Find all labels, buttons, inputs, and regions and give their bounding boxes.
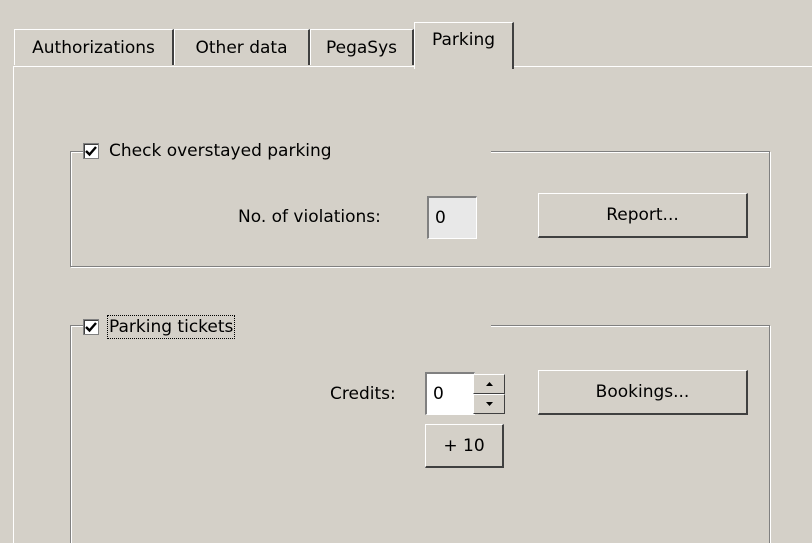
checkmark-icon [85, 322, 97, 333]
overstayed-checkbox-label[interactable]: Check overstayed parking [109, 141, 332, 161]
spin-up-button[interactable] [473, 374, 505, 394]
plus-ten-button-label: + 10 [443, 435, 485, 456]
credits-value: 0 [433, 384, 444, 404]
tab-authorizations[interactable]: Authorizations [14, 29, 174, 65]
spin-down-button[interactable] [473, 394, 505, 414]
tab-label: Parking [431, 30, 496, 50]
tickets-checkbox-label[interactable]: Parking tickets [106, 315, 236, 339]
tab-strip: Authorizations Other data PegaSys Parkin… [14, 0, 812, 70]
bookings-button-label: Bookings... [595, 382, 690, 402]
violations-label: No. of violations: [238, 207, 381, 227]
tickets-group [70, 325, 770, 543]
tab-other-data[interactable]: Other data [174, 29, 310, 65]
violations-value: 0 [435, 208, 446, 228]
tickets-checkbox[interactable] [83, 319, 99, 335]
credits-input[interactable]: 0 [425, 372, 475, 415]
credits-label: Credits: [330, 384, 396, 404]
tab-label: PegaSys [325, 37, 398, 58]
overstayed-legend: Check overstayed parking [83, 138, 491, 164]
spin-up-icon [485, 382, 493, 386]
tickets-legend: Parking tickets [83, 312, 491, 342]
spin-down-icon [485, 402, 493, 406]
tab-label: Other data [195, 37, 288, 58]
overstayed-checkbox[interactable] [83, 143, 99, 159]
bookings-button[interactable]: Bookings... [538, 370, 748, 415]
violations-field: 0 [427, 196, 477, 239]
credits-spinner [473, 374, 505, 414]
tab-parking[interactable]: Parking [414, 22, 514, 69]
tab-label: Authorizations [32, 37, 155, 58]
checkmark-icon [85, 146, 97, 157]
report-button[interactable]: Report... [538, 193, 748, 238]
plus-ten-button[interactable]: + 10 [425, 424, 504, 468]
report-button-label: Report... [606, 205, 679, 225]
tab-pegasys[interactable]: PegaSys [310, 29, 414, 65]
